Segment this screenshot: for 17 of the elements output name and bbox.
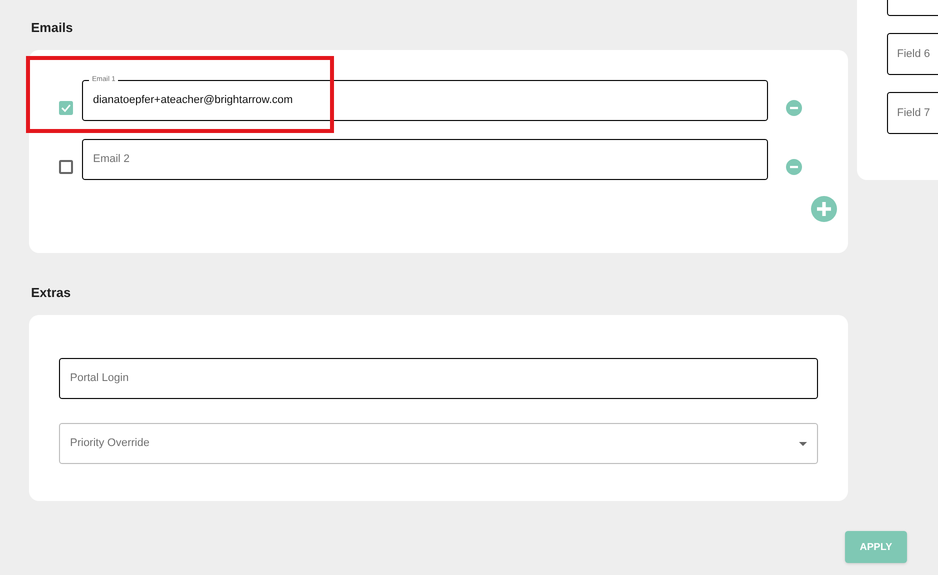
add-icon[interactable] xyxy=(811,196,837,222)
section-heading: Extras xyxy=(31,284,72,301)
checkbox[interactable] xyxy=(59,160,73,174)
field-placeholder: Email 2 xyxy=(93,152,130,168)
email-field[interactable]: Email 2 xyxy=(82,139,768,180)
input-field[interactable]: Field 7 xyxy=(887,92,938,134)
field-value: dianatoepfer+ateacher@brightarrow.com xyxy=(93,93,293,108)
priority-override-select[interactable]: Priority Override xyxy=(59,423,818,464)
remove-icon[interactable] xyxy=(786,158,802,174)
select-placeholder: Priority Override xyxy=(70,436,150,452)
remove-icon[interactable] xyxy=(786,100,802,116)
input-field[interactable]: Field 6 xyxy=(887,33,938,75)
checkbox[interactable] xyxy=(59,100,73,114)
section-heading: Emails xyxy=(31,19,74,36)
dropdown-caret-icon xyxy=(799,442,807,446)
portal-login-field[interactable]: Portal Login xyxy=(59,358,818,399)
email-field[interactable]: dianatoepfer+ateacher@brightarrow.com xyxy=(82,80,768,121)
